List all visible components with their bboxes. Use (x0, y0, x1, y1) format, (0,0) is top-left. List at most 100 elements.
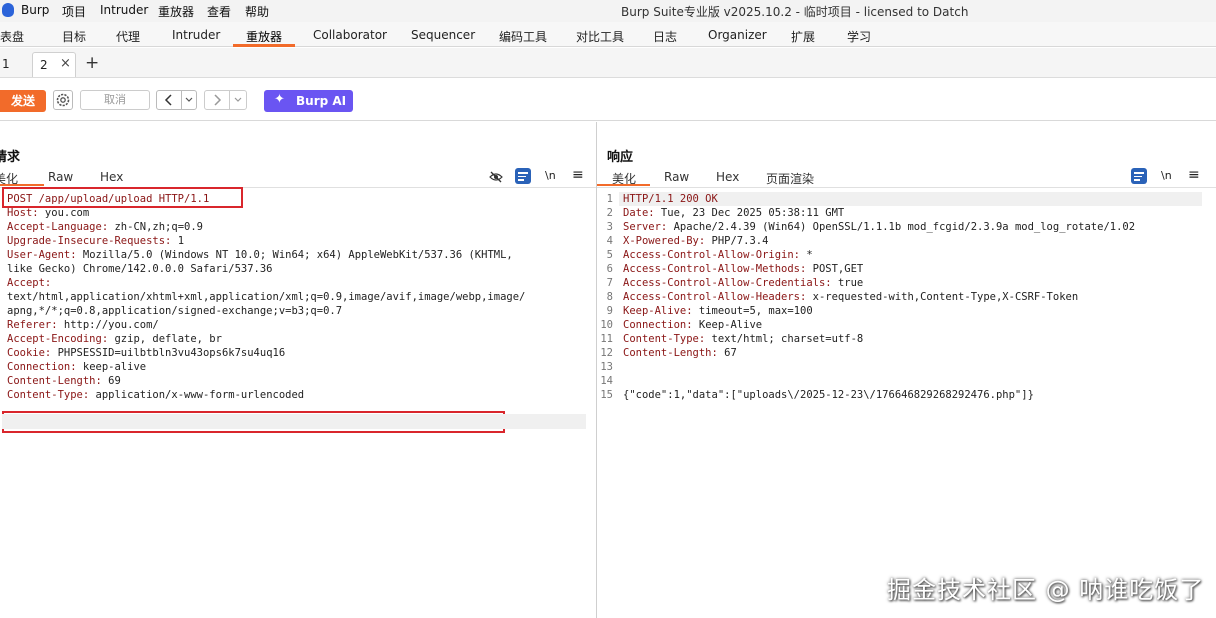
tab-decoder[interactable]: 编码工具 (499, 28, 547, 45)
tab-target[interactable]: 目标 (62, 28, 86, 45)
repeater-tab-label: 2 (40, 58, 48, 72)
header-value: Keep-Alive (692, 319, 763, 331)
tab-sequencer[interactable]: Sequencer (411, 28, 475, 42)
code-line: Accept-Encoding: gzip, deflate, br (7, 332, 592, 346)
tab-hex[interactable]: Hex (716, 170, 739, 184)
forward-button[interactable] (204, 90, 230, 110)
line-number: 2 (606, 207, 613, 219)
code-line: Access-Control-Allow-Origin: * (623, 248, 1213, 262)
tab-raw[interactable]: Raw (48, 170, 73, 184)
header-name: Access-Control-Allow-Methods: (623, 263, 807, 275)
line-number: 4 (606, 235, 613, 247)
header-value: {"code":1,"data":["uploads\/2025-12-23\/… (623, 389, 1034, 401)
line-number: 14 (600, 375, 613, 387)
tab-repeater[interactable]: 重放器 (246, 28, 282, 45)
window-title: Burp Suite专业版 v2025.10.2 - 临时项目 - licens… (621, 5, 969, 19)
tab-learn[interactable]: 学习 (847, 28, 871, 45)
code-line: like Gecko) Chrome/142.0.0.0 Safari/537.… (7, 262, 592, 276)
menu-intruder[interactable]: Intruder (100, 3, 148, 17)
header-name: Connection: (623, 319, 693, 331)
tab-hex[interactable]: Hex (100, 170, 123, 184)
header-value: Apache/2.4.39 (Win64) OpenSSL/1.1.1b mod… (667, 221, 1136, 233)
header-name: Referer: (7, 319, 58, 331)
line-number: 5 (606, 249, 613, 261)
line-number: 15 (600, 389, 613, 401)
close-icon[interactable]: × (60, 56, 71, 71)
burp-ai-button[interactable]: ✦ Burp AI (264, 90, 353, 112)
header-value: you.com (38, 207, 90, 219)
code-line: Server: Apache/2.4.39 (Win64) OpenSSL/1.… (623, 220, 1213, 234)
header-name: Access-Control-Allow-Origin: (623, 249, 801, 261)
newline-icon[interactable]: \n (545, 169, 556, 182)
header-name: Access-Control-Allow-Headers: (623, 291, 807, 303)
menu-icon[interactable]: ≡ (572, 167, 584, 183)
header-value: gzip, deflate, br (108, 333, 222, 345)
forward-history-dropdown[interactable] (229, 90, 247, 110)
menu-project[interactable]: 项目 (62, 3, 86, 20)
header-name: User-Agent: (7, 249, 77, 261)
header-name: Date: (623, 207, 655, 219)
header-name: Cookie: (7, 347, 52, 359)
header-value: 1 (171, 235, 185, 247)
tab-comparer[interactable]: 对比工具 (576, 28, 624, 45)
tab-collaborator[interactable]: Collaborator (313, 28, 387, 42)
sparkle-icon: ✦ (274, 92, 285, 107)
header-name: Content-Length: (623, 347, 718, 359)
menu-icon[interactable]: ≡ (1188, 167, 1200, 183)
header-value: 67 (717, 347, 737, 359)
tab-dashboard[interactable]: 仪表盘 (0, 28, 24, 45)
newline-icon[interactable]: \n (1161, 169, 1172, 182)
tab-raw[interactable]: Raw (664, 170, 689, 184)
line-number: 10 (600, 319, 613, 331)
header-name: HTTP/1.1 200 OK (623, 193, 718, 205)
code-line: Content-Type: text/html; charset=utf-8 (623, 332, 1213, 346)
header-name: Connection: (7, 361, 77, 373)
menu-burp[interactable]: Burp (21, 3, 49, 17)
tab-render[interactable]: 页面渲染 (766, 170, 814, 187)
code-line: Referer: http://you.com/ (7, 318, 592, 332)
header-name: Content-Length: (7, 375, 102, 387)
code-line: Access-Control-Allow-Methods: POST,GET (623, 262, 1213, 276)
header-name: Access-Control-Allow-Credentials: (623, 277, 832, 289)
menu-help[interactable]: 帮助 (245, 3, 269, 20)
repeater-tab-2[interactable]: 2 × (32, 52, 76, 77)
code-line: X-Powered-By: PHP/7.3.4 (623, 234, 1213, 248)
menu-repeater[interactable]: 重放器 (158, 3, 194, 20)
chevron-down-icon (185, 97, 193, 102)
header-value: * (800, 249, 813, 261)
header-value: PHPSESSID=uilbtbln3vu43ops6k7su4uq16 (51, 347, 286, 359)
menu-view[interactable]: 查看 (207, 3, 231, 20)
code-line: Access-Control-Allow-Credentials: true (623, 276, 1213, 290)
add-tab-icon[interactable]: + (85, 53, 99, 73)
wrap-lines-icon[interactable] (515, 168, 531, 184)
code-line: text/html,application/xhtml+xml,applicat… (7, 290, 592, 304)
wrap-lines-icon[interactable] (1131, 168, 1147, 184)
header-name: Content-Type: (7, 389, 90, 401)
line-number: 7 (606, 277, 613, 289)
code-line: Keep-Alive: timeout=5, max=100 (623, 304, 1213, 318)
hide-eye-icon[interactable] (488, 169, 504, 185)
line-number: 1 (606, 193, 613, 205)
burp-ai-label: Burp AI (296, 94, 347, 108)
tab-extensions[interactable]: 扩展 (791, 28, 815, 45)
code-line: Date: Tue, 23 Dec 2025 05:38:11 GMT (623, 206, 1213, 220)
header-value: keep-alive (76, 361, 147, 373)
tab-logger[interactable]: 日志 (653, 28, 677, 45)
code-line: Connection: Keep-Alive (623, 318, 1213, 332)
response-title: 响应 (607, 150, 634, 165)
header-value: PHP/7.3.4 (705, 235, 769, 247)
active-tab-indicator (233, 44, 295, 47)
back-history-dropdown[interactable] (181, 90, 197, 110)
code-line: Content-Type: application/x-www-form-url… (7, 388, 592, 402)
send-button[interactable]: 发送 (0, 90, 46, 112)
menu-bar: Burp 项目 Intruder 重放器 查看 帮助 Burp Suite专业版… (0, 0, 1216, 22)
back-button[interactable] (156, 90, 182, 110)
settings-gear-icon[interactable] (53, 90, 73, 110)
main-tab-bar: 仪表盘 目标 代理 Intruder 重放器 Collaborator Sequ… (0, 22, 1216, 47)
tab-proxy[interactable]: 代理 (116, 28, 140, 45)
cancel-button[interactable]: 取消 (80, 90, 150, 110)
tab-intruder[interactable]: Intruder (172, 28, 220, 42)
tab-organizer[interactable]: Organizer (708, 28, 767, 42)
repeater-tab-1[interactable]: 1 (0, 52, 22, 76)
